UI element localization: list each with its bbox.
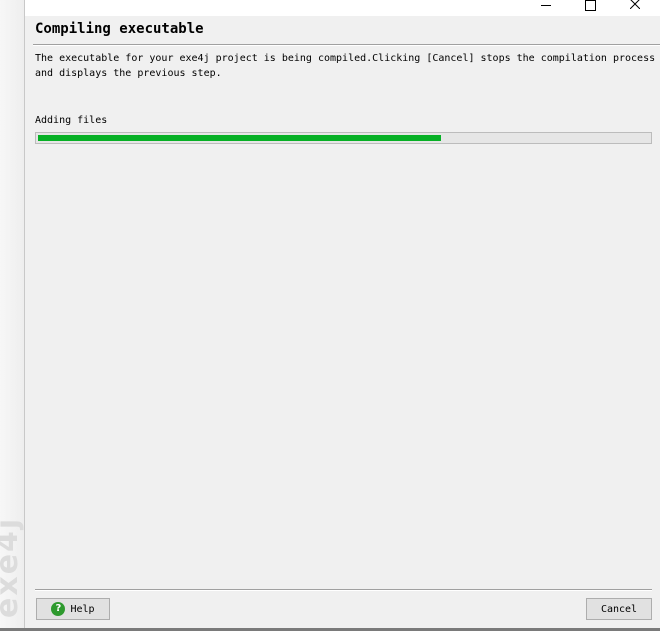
progress-bar <box>35 132 652 144</box>
help-button-label: Help <box>70 603 95 615</box>
wizard-window: exe4j Compiling executable The executabl… <box>0 0 660 631</box>
wizard-content: Compiling executable The executable for … <box>25 16 660 631</box>
exe4j-logo: exe4j <box>0 516 25 618</box>
help-button[interactable]: ? Help <box>36 598 110 620</box>
footer-divider <box>35 589 652 591</box>
minimize-icon[interactable] <box>523 0 569 8</box>
description-line-1: The executable for your exe4j project is… <box>35 53 656 64</box>
cancel-button-label: Cancel <box>600 603 638 615</box>
header-divider <box>33 44 660 46</box>
description-text: The executable for your exe4j project is… <box>35 51 660 81</box>
progress-bar-fill <box>38 135 442 141</box>
page-title: Compiling executable <box>35 21 204 37</box>
close-icon[interactable] <box>612 0 658 9</box>
side-banner: exe4j <box>0 0 25 631</box>
help-question-icon: ? <box>51 602 66 616</box>
cancel-button[interactable]: Cancel <box>586 598 652 620</box>
description-line-2: and displays the previous step. <box>35 68 222 79</box>
maximize-icon[interactable] <box>567 0 613 11</box>
progress-status-label: Adding files <box>35 115 108 126</box>
